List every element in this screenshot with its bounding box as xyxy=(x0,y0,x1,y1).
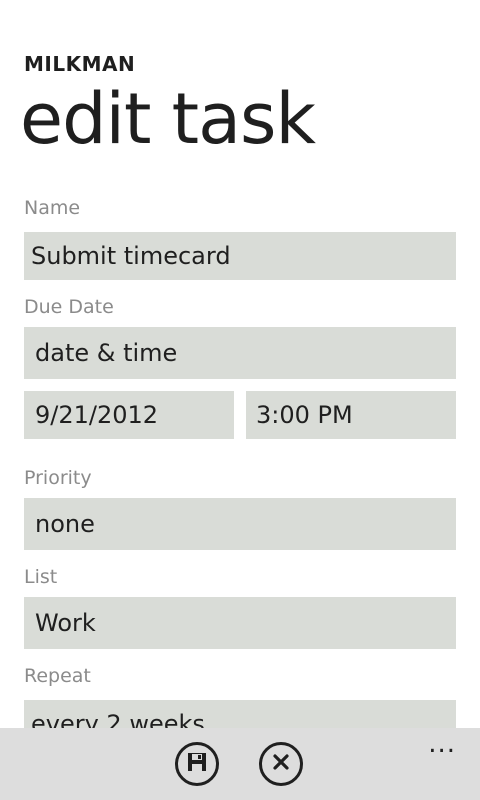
repeat-label: Repeat xyxy=(24,665,91,687)
cancel-button[interactable] xyxy=(259,742,303,786)
due-date-label: Due Date xyxy=(24,296,114,318)
priority-value: none xyxy=(35,510,95,538)
name-value: Submit timecard xyxy=(31,242,231,270)
priority-picker[interactable]: none xyxy=(24,498,456,550)
list-value: Work xyxy=(35,609,96,637)
due-date-mode-picker[interactable]: date & time xyxy=(24,327,456,379)
app-bar: ... xyxy=(0,728,480,800)
name-label: Name xyxy=(24,197,81,219)
save-icon xyxy=(186,751,208,777)
more-options-button[interactable]: ... xyxy=(428,731,456,757)
app-title: MILKMAN xyxy=(24,52,136,76)
priority-label: Priority xyxy=(24,467,92,489)
due-date-mode-value: date & time xyxy=(35,339,178,367)
save-button[interactable] xyxy=(175,742,219,786)
date-picker[interactable]: 9/21/2012 xyxy=(24,391,234,439)
list-picker[interactable]: Work xyxy=(24,597,456,649)
time-picker[interactable]: 3:00 PM xyxy=(246,391,456,439)
name-field[interactable]: Submit timecard xyxy=(24,232,456,280)
date-value: 9/21/2012 xyxy=(35,401,159,429)
close-icon xyxy=(271,752,291,776)
time-value: 3:00 PM xyxy=(256,401,353,429)
page-title: edit task xyxy=(20,78,316,160)
list-label: List xyxy=(24,566,58,588)
